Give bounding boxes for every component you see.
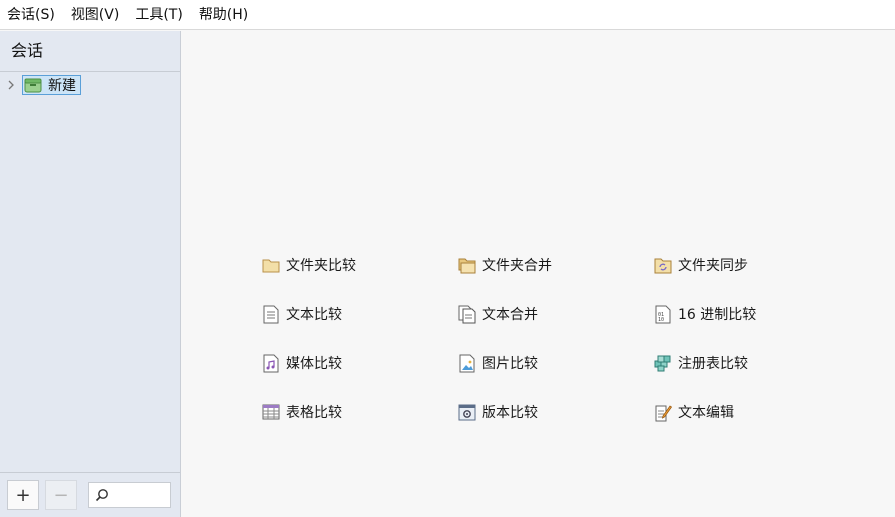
launch-label: 文件夹同步	[678, 258, 748, 274]
launch-version-compare[interactable]: 版本比较	[457, 399, 653, 425]
folder-merge-icon	[457, 255, 477, 275]
launch-label: 16 进制比较	[678, 307, 757, 323]
launch-folder-compare[interactable]: 文件夹比较	[261, 252, 457, 278]
picture-compare-icon	[457, 353, 477, 373]
chevron-right-icon[interactable]	[4, 78, 18, 92]
launch-picture-compare[interactable]: 图片比较	[457, 350, 653, 376]
menu-view[interactable]: 视图(V)	[63, 0, 128, 30]
launch-table-compare[interactable]: 表格比较	[261, 399, 457, 425]
launch-label: 文本编辑	[678, 405, 734, 421]
launch-text-edit[interactable]: 文本编辑	[653, 399, 849, 425]
launch-label: 文本比较	[286, 307, 342, 323]
menu-session[interactable]: 会话(S)	[0, 0, 63, 30]
launch-label: 版本比较	[482, 405, 538, 421]
launch-folder-sync[interactable]: 文件夹同步	[653, 252, 849, 278]
menu-help[interactable]: 帮助(H)	[191, 0, 256, 30]
remove-session-button[interactable]: −	[45, 480, 77, 510]
launcher-grid: 文件夹比较 文件夹合并 文件夹同步 文本比较 文本合并 01 10 16 进制比…	[261, 252, 849, 448]
launch-label: 文件夹比较	[286, 258, 356, 274]
launch-label: 注册表比较	[678, 356, 748, 372]
session-tree-node[interactable]: 新建	[22, 75, 81, 95]
launch-label: 表格比较	[286, 405, 342, 421]
session-sidebar: 会话 新建 + −	[0, 31, 181, 517]
sidebar-footer: + −	[0, 472, 180, 517]
search-icon	[95, 488, 109, 502]
session-tree-label: 新建	[48, 78, 76, 94]
session-tree-row: 新建	[0, 73, 180, 97]
add-session-button[interactable]: +	[7, 480, 39, 510]
media-compare-icon	[261, 353, 281, 373]
table-compare-icon	[261, 402, 281, 422]
launch-registry-compare[interactable]: 注册表比较	[653, 350, 849, 376]
text-merge-icon	[457, 304, 477, 324]
launch-media-compare[interactable]: 媒体比较	[261, 350, 457, 376]
session-folder-icon	[24, 77, 42, 93]
hex-compare-icon: 01 10	[653, 304, 673, 324]
folder-compare-icon	[261, 255, 281, 275]
launch-text-compare[interactable]: 文本比较	[261, 301, 457, 327]
launch-folder-merge[interactable]: 文件夹合并	[457, 252, 653, 278]
registry-compare-icon	[653, 353, 673, 373]
session-search-box[interactable]	[88, 482, 171, 508]
launch-label: 图片比较	[482, 356, 538, 372]
search-input[interactable]	[111, 487, 170, 503]
text-compare-icon	[261, 304, 281, 324]
folder-sync-icon	[653, 255, 673, 275]
svg-text:10: 10	[658, 317, 664, 323]
launch-label: 文件夹合并	[482, 258, 552, 274]
launch-hex-compare[interactable]: 01 10 16 进制比较	[653, 301, 849, 327]
sidebar-title: 会话	[0, 31, 180, 72]
menu-bar: 会话(S) 视图(V) 工具(T) 帮助(H)	[0, 0, 895, 30]
main-panel: 文件夹比较 文件夹合并 文件夹同步 文本比较 文本合并 01 10 16 进制比…	[181, 31, 895, 517]
launch-label: 文本合并	[482, 307, 538, 323]
menu-tools[interactable]: 工具(T)	[127, 0, 190, 30]
launch-label: 媒体比较	[286, 356, 342, 372]
launch-text-merge[interactable]: 文本合并	[457, 301, 653, 327]
version-compare-icon	[457, 402, 477, 422]
text-edit-icon	[653, 402, 673, 422]
